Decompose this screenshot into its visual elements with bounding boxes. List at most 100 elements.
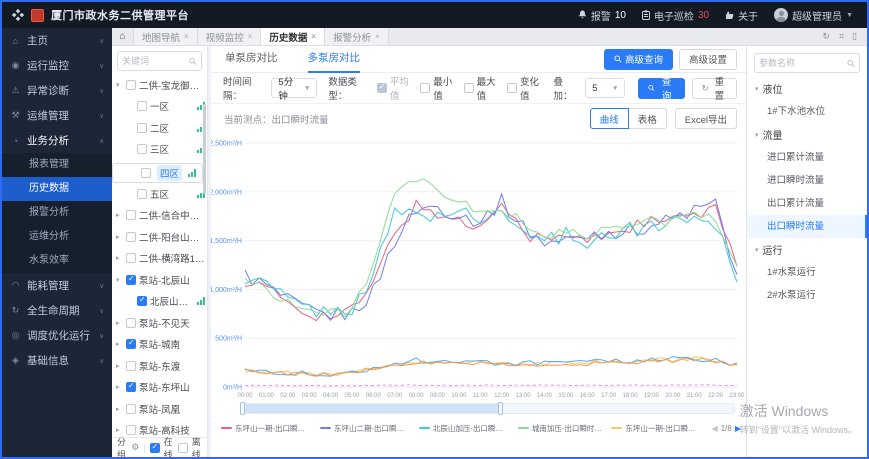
legend-item[interactable]: 东坪山二期-出口瞬时流量-平均值	[320, 423, 410, 434]
station-search[interactable]	[117, 51, 202, 71]
tree-node[interactable]: ▸二供-信合中央广场	[112, 205, 207, 227]
page-tab[interactable]: 报警分析×	[325, 28, 389, 45]
curve-view-button[interactable]: 曲线	[590, 108, 629, 129]
expand-arrow-icon[interactable]: ▸	[116, 405, 123, 413]
param-search[interactable]	[754, 53, 860, 73]
tree-node[interactable]: ▸二供-阳台山公寓…	[112, 226, 207, 248]
tree-checkbox[interactable]	[141, 168, 151, 178]
sidebar-item[interactable]: ↻全生命周期∨	[2, 298, 112, 323]
tree-checkbox[interactable]	[126, 361, 136, 371]
sidebar-item[interactable]: ⚠异常诊断∨	[2, 78, 112, 103]
tree-checkbox[interactable]	[126, 210, 136, 220]
sidebar-subitem[interactable]: 报表管理	[2, 153, 112, 177]
interval-select[interactable]: 5分钟▼	[271, 78, 317, 98]
station-search-input[interactable]	[122, 56, 187, 66]
tree-node[interactable]: 四区	[112, 163, 203, 183]
sidebar-item[interactable]: ◔业务分析∧	[2, 128, 112, 153]
bookmark-icon[interactable]: ▯	[852, 31, 857, 42]
sidebar-subitem[interactable]: 水泵效率	[2, 249, 112, 273]
page-tab[interactable]: 历史数据×	[261, 28, 325, 45]
dtype-checkbox-平均值[interactable]: 平均值	[377, 74, 412, 102]
tree-node[interactable]: ▸泵站-东坪山	[112, 377, 207, 399]
legend-next-icon[interactable]: ▶	[735, 424, 741, 433]
sidebar-subitem[interactable]: 运维分析	[2, 225, 112, 249]
tree-node[interactable]: ▸泵站-高科技	[112, 420, 207, 438]
line-chart[interactable]: 0m³/H500m³/H1,000m³/H1,500m³/H2,000m³/H2…	[211, 133, 745, 401]
home-tab-icon[interactable]: ⌂	[112, 28, 134, 45]
param-search-input[interactable]	[759, 58, 845, 68]
tree-checkbox[interactable]	[126, 318, 136, 328]
page-tab[interactable]: 视频监控×	[198, 28, 262, 45]
expand-arrow-icon[interactable]: ▸	[116, 383, 123, 391]
datazoom-handle-left[interactable]	[240, 402, 245, 415]
legend-item[interactable]: 北辰山加压-出口瞬时流量-平均值	[419, 423, 509, 434]
dtype-checkbox-最小值[interactable]: 最小值	[420, 74, 455, 102]
excel-export-button[interactable]: Excel导出	[675, 108, 737, 129]
tree-node[interactable]: ▾泵站-北辰山	[112, 269, 207, 291]
tree-checkbox[interactable]	[137, 123, 147, 133]
param-item[interactable]: 2#水泵运行	[747, 284, 867, 307]
tree-node[interactable]: ▸泵站-城南	[112, 334, 207, 356]
query-button[interactable]: 查询	[638, 78, 684, 99]
legend-item[interactable]: 东坪山一期-出口瞬时流量-平均值	[221, 423, 311, 434]
tree-checkbox[interactable]	[126, 404, 136, 414]
expand-arrow-icon[interactable]: ▸	[116, 426, 123, 434]
sidebar-item[interactable]: ◉运行监控∨	[2, 53, 112, 78]
series-line[interactable]	[245, 358, 737, 376]
tree-node[interactable]: 二区	[112, 117, 207, 139]
series-line[interactable]	[245, 194, 737, 320]
series-line[interactable]	[245, 179, 737, 317]
param-group[interactable]: ▾运行	[747, 238, 867, 261]
tree-checkbox[interactable]	[126, 232, 136, 242]
expand-arrow-icon[interactable]: ▾	[116, 81, 123, 89]
dtype-checkbox-最大值[interactable]: 最大值	[464, 74, 499, 102]
tab-multi-pump[interactable]: 多泵房对比	[308, 46, 361, 73]
series-line[interactable]	[245, 357, 737, 377]
close-icon[interactable]: ×	[184, 32, 189, 41]
scrollbar[interactable]	[203, 104, 206, 194]
expand-arrow-icon[interactable]: ▸	[116, 254, 123, 262]
about-menu[interactable]: 关于	[725, 8, 758, 23]
series-line[interactable]	[245, 385, 737, 386]
tree-checkbox[interactable]	[137, 144, 147, 154]
sidebar-item[interactable]: ◈基础信息∨	[2, 348, 112, 373]
sidebar-item[interactable]: ⌂主页∨	[2, 28, 112, 53]
tree-checkbox[interactable]	[126, 80, 136, 90]
param-item[interactable]: 进口累计流量	[747, 146, 867, 169]
datazoom-slider[interactable]	[241, 403, 735, 414]
tab-single-pump[interactable]: 单泵房对比	[225, 46, 278, 73]
online-checkbox[interactable]	[150, 443, 160, 453]
tree-node[interactable]: ▸泵站-不见天	[112, 312, 207, 334]
legend-item[interactable]: 东坪山一期-出口瞬时流量-2022…	[611, 423, 702, 434]
sidebar-item[interactable]: ◠能耗管理∨	[2, 273, 112, 298]
dtype-checkbox-变化值[interactable]: 变化值	[507, 74, 542, 102]
tree-checkbox[interactable]	[126, 382, 136, 392]
tree-node[interactable]: ▾二供-宝龙御湖首邸	[112, 74, 207, 96]
close-icon[interactable]: ×	[375, 32, 380, 41]
alarm-menu[interactable]: 报警 10	[578, 8, 626, 23]
tree-node[interactable]: 北辰山加压	[112, 291, 207, 313]
advanced-settings-button[interactable]: 高级设置	[679, 49, 737, 70]
advanced-query-button[interactable]: 高级查询	[604, 49, 673, 70]
param-item[interactable]: 1#水泵运行	[747, 261, 867, 284]
tree-checkbox[interactable]	[126, 253, 136, 263]
expand-arrow-icon[interactable]: ▾	[116, 276, 123, 284]
fullscreen-icon[interactable]: ⌗	[839, 31, 843, 42]
tree-node[interactable]: ▸二供-横湾路12号	[112, 248, 207, 270]
legend-prev-icon[interactable]: ◀	[712, 424, 718, 433]
param-item[interactable]: 1#下水池水位	[747, 100, 867, 123]
user-menu[interactable]: 超级管理员 ▼	[774, 8, 853, 23]
tree-node[interactable]: ▸泵站-东渡	[112, 355, 207, 377]
tree-node[interactable]: ▸泵站-凤凰	[112, 398, 207, 420]
expand-arrow-icon[interactable]: ▸	[116, 340, 123, 348]
param-group[interactable]: ▾流量	[747, 123, 867, 146]
sidebar-subitem[interactable]: 报警分析	[2, 201, 112, 225]
tree-node[interactable]: 五区	[112, 183, 207, 205]
close-icon[interactable]: ×	[248, 32, 253, 41]
tree-node[interactable]: 一区	[112, 96, 207, 118]
legend-item[interactable]: 城南加压-出口瞬时流量-平均值	[518, 423, 603, 434]
reset-button[interactable]: ↻ 重置	[692, 78, 737, 99]
datazoom-handle-right[interactable]	[498, 402, 503, 415]
expand-arrow-icon[interactable]: ▸	[116, 319, 123, 327]
chart-area[interactable]: 0m³/H500m³/H1,000m³/H1,500m³/H2,000m³/H2…	[211, 133, 747, 401]
